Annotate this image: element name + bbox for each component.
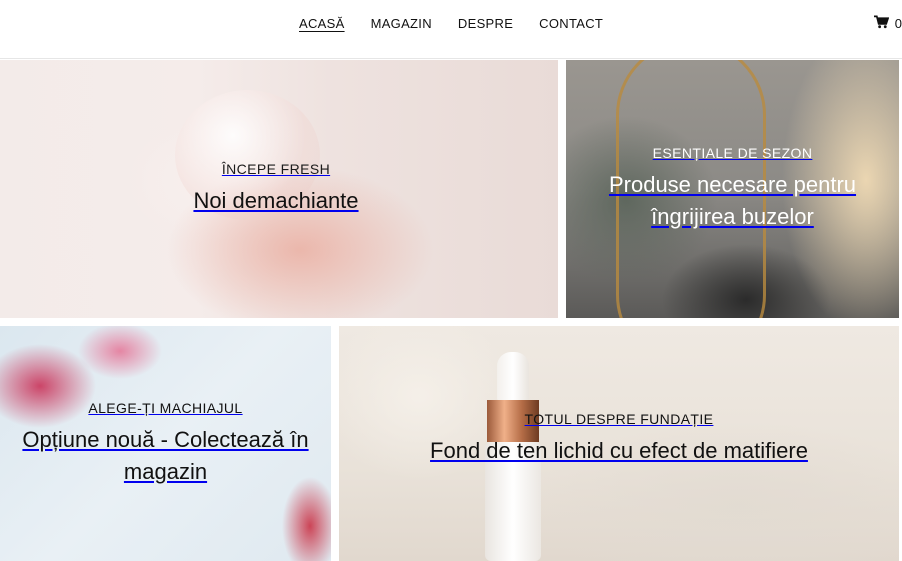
site-header: ACASĂ MAGAZIN DESPRE CONTACT 0 xyxy=(0,0,902,59)
tile-headline: Produse necesare pentru îngrijirea buzel… xyxy=(608,172,857,229)
tile-eyebrow: ÎNCEPE FRESH xyxy=(221,161,331,177)
tile-content: ESENȚIALE DE SEZON Produse necesare pent… xyxy=(603,145,863,233)
promo-tile-demachiante[interactable]: ÎNCEPE FRESH Noi demachiante xyxy=(0,60,558,318)
tile-headline: Noi demachiante xyxy=(193,188,359,213)
nav-item-acasa[interactable]: ACASĂ xyxy=(299,15,345,33)
nav-item-despre[interactable]: DESPRE xyxy=(458,15,513,33)
tile-headline: Opțiune nouă - Colectează în magazin xyxy=(22,426,309,484)
cart-count: 0 xyxy=(894,16,902,31)
promo-tile-buze[interactable]: ESENȚIALE DE SEZON Produse necesare pent… xyxy=(566,60,899,318)
tile-headline: Fond de ten lichid cu efect de matifiere xyxy=(430,437,808,463)
main-navigation: ACASĂ MAGAZIN DESPRE CONTACT xyxy=(299,15,629,33)
cart-icon xyxy=(873,15,889,32)
cart-button[interactable]: 0 xyxy=(873,15,902,32)
tile-content: ÎNCEPE FRESH Noi demachiante xyxy=(193,161,358,217)
nav-item-magazin[interactable]: MAGAZIN xyxy=(371,15,432,33)
tile-eyebrow: ALEGE-ȚI MACHIAJUL xyxy=(88,399,243,416)
tile-content: ALEGE-ȚI MACHIAJUL Opțiune nouă - Colect… xyxy=(16,400,316,488)
tile-eyebrow: ESENȚIALE DE SEZON xyxy=(652,145,813,161)
tile-content: TOTUL DESPRE FUNDAȚIE Fond de ten lichid… xyxy=(430,411,808,467)
tile-eyebrow: TOTUL DESPRE FUNDAȚIE xyxy=(524,410,714,427)
promo-tile-machiaj[interactable]: ALEGE-ȚI MACHIAJUL Opțiune nouă - Colect… xyxy=(0,326,331,561)
promo-tile-fundatie[interactable]: TOTUL DESPRE FUNDAȚIE Fond de ten lichid… xyxy=(339,326,899,561)
nav-item-contact[interactable]: CONTACT xyxy=(539,15,603,33)
